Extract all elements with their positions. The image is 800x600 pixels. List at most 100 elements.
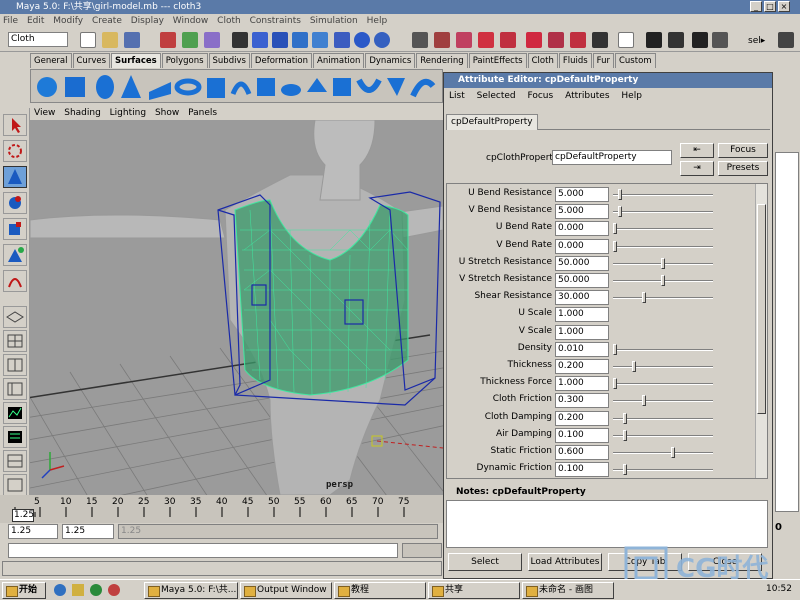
planar-icon[interactable] (281, 84, 301, 96)
magnet-icon[interactable] (478, 32, 494, 48)
menu-create[interactable]: Create (89, 16, 125, 26)
shelf-tab-fluids[interactable]: Fluids (558, 53, 592, 68)
attribute-value-field[interactable]: 0.010 (555, 341, 609, 357)
panel-menu-lighting[interactable]: Lighting (110, 108, 146, 118)
start-button[interactable]: 开始 (2, 582, 46, 599)
notes-field[interactable] (446, 500, 768, 548)
ipr-render-icon[interactable] (668, 32, 684, 48)
attribute-slider-knob[interactable] (622, 429, 627, 441)
attribute-slider-track[interactable] (613, 434, 713, 437)
magnet2-icon[interactable] (500, 32, 516, 48)
attribute-value-field[interactable]: 0.200 (555, 359, 609, 374)
move-tool-icon[interactable] (3, 166, 27, 188)
scrollbar-thumb[interactable] (757, 204, 766, 414)
panel-menu-view[interactable]: View (34, 108, 55, 118)
rotate-tool-icon[interactable] (3, 192, 27, 214)
attribute-value-field[interactable]: 50.000 (555, 273, 609, 288)
focus-button[interactable]: Focus (718, 143, 768, 158)
render-frame-icon[interactable] (434, 32, 450, 48)
attribute-slider-track[interactable] (613, 245, 713, 248)
nurbs-square-icon[interactable] (207, 78, 225, 98)
select-tool-icon[interactable] (3, 114, 27, 136)
attribute-slider-knob[interactable] (641, 292, 646, 304)
panel-menu-show[interactable]: Show (155, 108, 179, 118)
panel-menu-shading[interactable]: Shading (64, 108, 101, 118)
magnet4-icon[interactable] (548, 32, 564, 48)
ae-menu-list[interactable]: List (449, 91, 465, 101)
four-view-icon[interactable] (3, 330, 27, 352)
scale-tool-icon[interactable] (3, 218, 27, 240)
nurbs-plane-icon[interactable] (149, 82, 171, 100)
attribute-slider-knob[interactable] (661, 275, 665, 286)
attribute-value-field[interactable]: 50.000 (555, 255, 609, 271)
attribute-value-field[interactable]: 30.000 (555, 290, 609, 306)
presets-button[interactable]: Presets (718, 161, 768, 176)
attribute-slider-knob[interactable] (613, 378, 617, 390)
minimize-button[interactable]: _ (750, 1, 762, 12)
menu-file[interactable]: File (0, 16, 21, 26)
attribute-value-field[interactable]: 0.300 (555, 393, 609, 409)
quicklaunch-icon[interactable] (108, 584, 120, 596)
channel-box-icon[interactable] (778, 32, 794, 48)
ae-menu-focus[interactable]: Focus (528, 91, 554, 101)
shelf-tab-subdivs[interactable]: Subdivs (208, 53, 250, 68)
attribute-slider-knob[interactable] (613, 240, 617, 252)
mode-select[interactable]: Cloth (8, 32, 68, 47)
new-scene-icon[interactable] (80, 32, 96, 48)
shelf-tab-curves[interactable]: Curves (72, 53, 111, 68)
attribute-slider-knob[interactable] (613, 223, 617, 235)
shelf-tab-animation[interactable]: Animation (313, 53, 365, 68)
tab-cpdefaultproperty[interactable]: cpDefaultProperty (446, 114, 538, 130)
shelf-tab-deformation[interactable]: Deformation (250, 53, 313, 68)
attribute-slider-track[interactable] (613, 452, 713, 454)
command-input[interactable] (8, 543, 398, 558)
shelf-tab-fur[interactable]: Fur (592, 53, 614, 68)
attribute-slider-track[interactable] (613, 400, 713, 403)
attribute-slider-track[interactable] (613, 469, 713, 472)
attribute-value-field[interactable]: 0.600 (555, 445, 609, 460)
two-view-icon[interactable] (3, 354, 27, 376)
loft-icon[interactable] (257, 78, 275, 96)
menu-help[interactable]: Help (364, 16, 391, 26)
snap-surface-icon[interactable] (312, 32, 328, 48)
select-component-icon[interactable] (204, 32, 220, 48)
task-maya[interactable]: Maya 5.0: F:\共... (144, 582, 238, 599)
shelf-tab-surfaces[interactable]: Surfaces (111, 53, 161, 68)
graph-view-icon[interactable] (3, 402, 27, 424)
hypershade-icon[interactable] (712, 32, 728, 48)
menu-display[interactable]: Display (128, 16, 167, 26)
explorer-icon[interactable] (72, 584, 84, 596)
outliner-view-icon[interactable] (3, 378, 27, 400)
lock-icon[interactable] (412, 32, 428, 48)
shelf-tab-cloth[interactable]: Cloth (527, 53, 558, 68)
attribute-scrollbar[interactable] (755, 184, 767, 478)
shelf-tab-general[interactable]: General (30, 53, 72, 68)
nurbs-torus-icon[interactable] (174, 78, 202, 96)
shelf-tab-rendering[interactable]: Rendering (416, 53, 468, 68)
attribute-value-field[interactable]: 0.000 (555, 238, 609, 254)
hypergraph-view-icon[interactable] (3, 426, 27, 448)
snap-curve-icon[interactable] (252, 32, 268, 48)
attribute-slider-knob[interactable] (622, 464, 627, 476)
square-surface-icon[interactable] (387, 78, 405, 96)
input-connection-icon[interactable]: ⇤ (680, 143, 714, 158)
task-output-window[interactable]: Output Window (240, 582, 332, 599)
snap-point-icon[interactable] (272, 32, 288, 48)
ae-menu-attributes[interactable]: Attributes (565, 91, 609, 101)
start-time-field[interactable]: 1.25 (8, 524, 58, 539)
attribute-slider-knob[interactable] (613, 343, 617, 355)
menu-edit[interactable]: Edit (24, 16, 47, 26)
perspective-viewport[interactable]: persp (30, 120, 443, 495)
time-slider[interactable]: 5 10 15 20 25 30 35 40 45 50 55 60 65 70… (0, 495, 443, 523)
attribute-slider-knob[interactable] (670, 447, 675, 458)
attribute-value-field[interactable]: 1.000 (555, 307, 609, 323)
custom-view-icon[interactable] (3, 474, 27, 496)
attribute-slider-track[interactable] (613, 297, 713, 300)
menu-cloth[interactable]: Cloth (214, 16, 244, 26)
menu-constraints[interactable]: Constraints (247, 16, 304, 26)
lasso-tool-icon[interactable] (3, 140, 27, 162)
manipulator-tool-icon[interactable] (3, 244, 27, 266)
range-bar[interactable]: 1.25 (118, 524, 438, 539)
boundary-icon[interactable] (356, 78, 382, 93)
menu-modify[interactable]: Modify (50, 16, 86, 26)
